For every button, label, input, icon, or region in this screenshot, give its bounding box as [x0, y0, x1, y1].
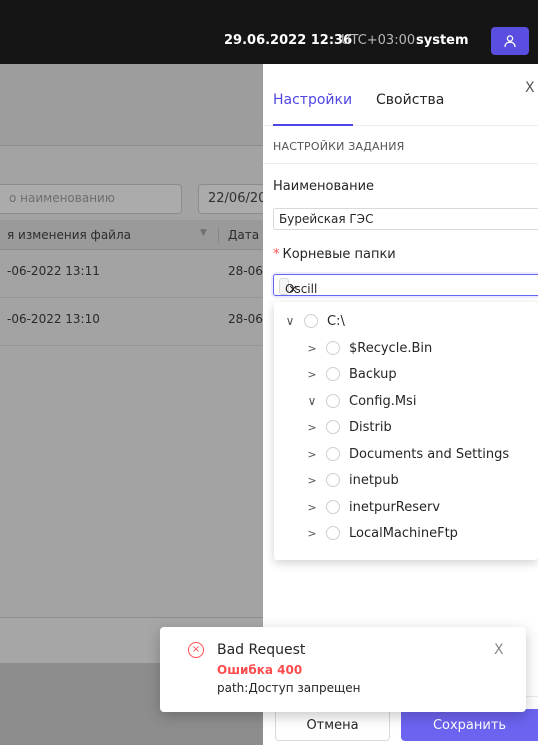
tree-node-label: C:\	[327, 313, 345, 329]
tree-node-label: Documents and Settings	[349, 446, 510, 462]
date-filter-input[interactable]: 22/06/2022	[198, 184, 268, 214]
folder-tree-dropdown: ∨ C:\ > $Recycle.Bin > Backup ∨ Config.M…	[274, 302, 538, 560]
active-tab-indicator	[273, 124, 353, 126]
tree-node-label: Distrib	[349, 419, 392, 435]
tree-node[interactable]: > inetpurReserv	[304, 494, 440, 520]
cell-date: 28-06	[228, 264, 263, 278]
chevron-right-icon[interactable]: >	[304, 368, 320, 381]
tree-node[interactable]: > $Recycle.Bin	[304, 335, 432, 361]
drawer-close-icon[interactable]: X	[525, 80, 535, 96]
tree-node-label: LocalMachineFtp	[349, 525, 458, 541]
root-folders-label-text: Корневые папки	[282, 247, 396, 262]
notification-close-icon[interactable]: X	[494, 642, 504, 658]
tree-node[interactable]: ∨ Config.Msi	[304, 388, 417, 414]
tree-checkbox[interactable]	[326, 500, 340, 514]
tree-node[interactable]: > LocalMachineFtp	[304, 520, 458, 546]
search-input[interactable]: о наименованию	[0, 184, 182, 214]
chevron-right-icon[interactable]: >	[304, 421, 320, 434]
user-avatar-button[interactable]	[491, 27, 529, 55]
cancel-button[interactable]: Отмена	[275, 709, 390, 741]
chevron-right-icon[interactable]: >	[304, 527, 320, 540]
chevron-right-icon[interactable]: >	[304, 448, 320, 461]
tree-node-label: inetpub	[349, 472, 399, 488]
header-username[interactable]: system	[416, 33, 469, 48]
tree-checkbox[interactable]	[326, 526, 340, 540]
required-mark: *	[273, 247, 280, 262]
column-header-modified[interactable]: я изменения файла	[7, 228, 131, 242]
error-notification: × Bad Request X Ошибка 400 path:Доступ з…	[160, 627, 526, 712]
tab-settings[interactable]: Настройки	[273, 92, 352, 108]
table-header: я изменения файла ▼ Дата с	[0, 220, 263, 250]
date-filter-value: 22/06/2022	[208, 191, 268, 206]
chevron-down-icon[interactable]: ∨	[304, 394, 320, 408]
tree-checkbox[interactable]	[326, 473, 340, 487]
tree-checkbox[interactable]	[326, 367, 340, 381]
column-divider	[218, 227, 219, 243]
tree-node[interactable]: > inetpub	[304, 467, 399, 493]
section-title: НАСТРОЙКИ ЗАДАНИЯ	[273, 140, 405, 153]
tree-checkbox[interactable]	[304, 314, 318, 328]
chevron-right-icon[interactable]: >	[304, 501, 320, 514]
notification-error-code: Ошибка 400	[217, 663, 303, 677]
search-placeholder: о наименованию	[9, 191, 115, 205]
notification-path: path:Доступ запрещен	[217, 681, 361, 695]
sort-caret-icon[interactable]: ▼	[200, 228, 207, 238]
root-folders-select[interactable]: Oscill ×	[273, 274, 538, 296]
chevron-right-icon[interactable]: >	[304, 474, 320, 487]
name-label: Наименование	[273, 179, 375, 194]
table-row[interactable]: -06-2022 13:10 28-06	[0, 298, 263, 346]
tree-node-label: $Recycle.Bin	[349, 340, 433, 356]
header-timezone: UTC+03:00	[341, 33, 416, 48]
selected-folder-tag: Oscill ×	[279, 278, 317, 296]
root-folders-label: * Корневые папки	[273, 247, 396, 262]
close-circle-icon: ×	[188, 642, 204, 658]
table-row[interactable]: -06-2022 13:11 28-06	[0, 250, 263, 298]
save-button[interactable]: Сохранить	[401, 709, 538, 741]
tree-node-label: Config.Msi	[349, 393, 417, 409]
column-header-date[interactable]: Дата с	[228, 228, 263, 242]
header-datetime: 29.06.2022 12:36	[224, 33, 353, 48]
tree-checkbox[interactable]	[326, 394, 340, 408]
cell-modified: -06-2022 13:11	[7, 264, 100, 278]
cell-modified: -06-2022 13:10	[7, 312, 100, 326]
tree-node[interactable]: > Distrib	[304, 414, 392, 440]
tree-node-label: Backup	[349, 366, 397, 382]
path-key: path:	[217, 681, 249, 695]
user-icon	[504, 35, 516, 48]
page-header-area	[0, 64, 263, 146]
page-content-area	[0, 146, 263, 617]
tree-checkbox[interactable]	[326, 447, 340, 461]
chevron-right-icon[interactable]: >	[304, 342, 320, 355]
tree-node-root[interactable]: ∨ C:\	[282, 308, 345, 334]
tree-checkbox[interactable]	[326, 420, 340, 434]
cell-date: 28-06	[228, 312, 263, 326]
top-bar: 29.06.2022 12:36 UTC+03:00 system	[0, 0, 538, 64]
notification-title: Bad Request	[217, 642, 306, 658]
tree-checkbox[interactable]	[326, 341, 340, 355]
chevron-down-icon[interactable]: ∨	[282, 314, 298, 328]
name-input-value: Бурейская ГЭС	[279, 212, 374, 226]
tab-properties[interactable]: Свойства	[376, 92, 444, 108]
section-divider	[263, 163, 538, 164]
path-value: Доступ запрещен	[248, 681, 361, 695]
tag-remove-icon[interactable]: ×	[288, 282, 298, 296]
tree-node[interactable]: > Backup	[304, 361, 397, 387]
tree-node[interactable]: > Documents and Settings	[304, 441, 509, 467]
tree-node-label: inetpurReserv	[349, 499, 441, 515]
name-input[interactable]: Бурейская ГЭС	[273, 208, 538, 230]
